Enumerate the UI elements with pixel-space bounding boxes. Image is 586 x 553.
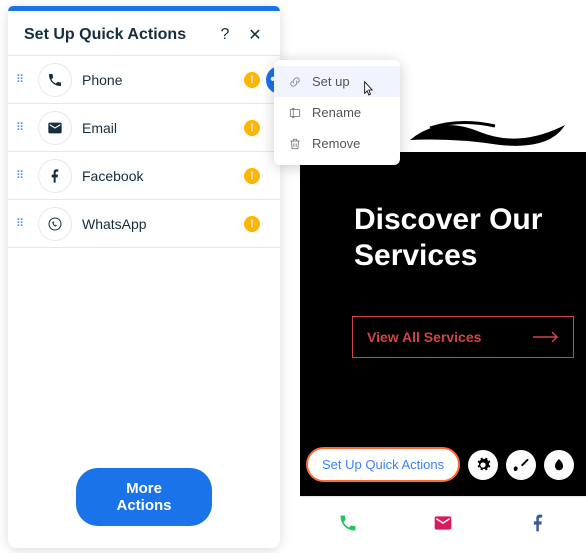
- arrow-right-icon: [533, 331, 559, 343]
- action-row-email[interactable]: ⠿ Email !: [8, 104, 280, 152]
- context-setup-label: Set up: [312, 74, 350, 89]
- design-icon[interactable]: [506, 450, 536, 480]
- view-services-label: View All Services: [367, 329, 533, 345]
- facebook-icon: [38, 159, 72, 193]
- preview-toolbar: Set Up Quick Actions: [306, 447, 574, 482]
- action-row-facebook[interactable]: ⠿ Facebook !: [8, 152, 280, 200]
- context-rename-label: Rename: [312, 105, 361, 120]
- settings-icon[interactable]: [468, 450, 498, 480]
- facebook-icon: [528, 513, 548, 533]
- help-icon[interactable]: ?: [216, 26, 234, 44]
- quickbar-facebook[interactable]: [491, 497, 586, 548]
- warning-icon: !: [244, 72, 260, 88]
- quick-actions-panel: Set Up Quick Actions ? ✕ ⠿ Phone ! ••• ⠿…: [8, 6, 280, 548]
- whatsapp-icon: [38, 207, 72, 241]
- action-label: Facebook: [82, 168, 244, 184]
- theme-icon[interactable]: [544, 450, 574, 480]
- quickbar-email[interactable]: [395, 497, 490, 548]
- context-remove-label: Remove: [312, 136, 360, 151]
- context-menu: Set up Rename Remove: [274, 60, 400, 165]
- setup-quick-actions-button[interactable]: Set Up Quick Actions: [306, 447, 460, 482]
- drag-handle-icon[interactable]: ⠿: [16, 121, 28, 134]
- site-preview: Discover Our Services View All Services …: [300, 152, 586, 496]
- panel-title: Set Up Quick Actions: [24, 26, 204, 44]
- warning-icon: !: [244, 168, 260, 184]
- actions-list: ⠿ Phone ! ••• ⠿ Email ! ⠿ Facebook ! ⠿: [8, 55, 280, 248]
- close-icon[interactable]: ✕: [246, 25, 264, 45]
- action-row-whatsapp[interactable]: ⠿ WhatsApp !: [8, 200, 280, 248]
- action-label: Phone: [82, 72, 244, 88]
- heading-line-2: Services: [354, 238, 586, 274]
- drag-handle-icon[interactable]: ⠿: [16, 73, 28, 86]
- context-remove[interactable]: Remove: [274, 128, 400, 159]
- preview-heading: Discover Our Services: [300, 152, 586, 274]
- phone-icon: [38, 63, 72, 97]
- quick-actions-bar: [300, 496, 586, 548]
- heading-line-1: Discover Our: [354, 202, 586, 238]
- warning-icon: !: [244, 216, 260, 232]
- view-services-button[interactable]: View All Services: [352, 316, 574, 358]
- quickbar-phone[interactable]: [300, 497, 395, 548]
- context-setup[interactable]: Set up: [274, 66, 400, 97]
- warning-icon: !: [244, 120, 260, 136]
- action-label: WhatsApp: [82, 216, 244, 232]
- email-icon: [38, 111, 72, 145]
- action-row-phone[interactable]: ⠿ Phone ! •••: [8, 56, 280, 104]
- phone-icon: [338, 513, 358, 533]
- action-label: Email: [82, 120, 244, 136]
- drag-handle-icon[interactable]: ⠿: [16, 169, 28, 182]
- panel-header: Set Up Quick Actions ? ✕: [8, 11, 280, 55]
- context-rename[interactable]: Rename: [274, 97, 400, 128]
- more-actions-button[interactable]: More Actions: [76, 468, 212, 526]
- email-icon: [433, 513, 453, 533]
- drag-handle-icon[interactable]: ⠿: [16, 217, 28, 230]
- cursor-pointer-icon: [358, 80, 378, 105]
